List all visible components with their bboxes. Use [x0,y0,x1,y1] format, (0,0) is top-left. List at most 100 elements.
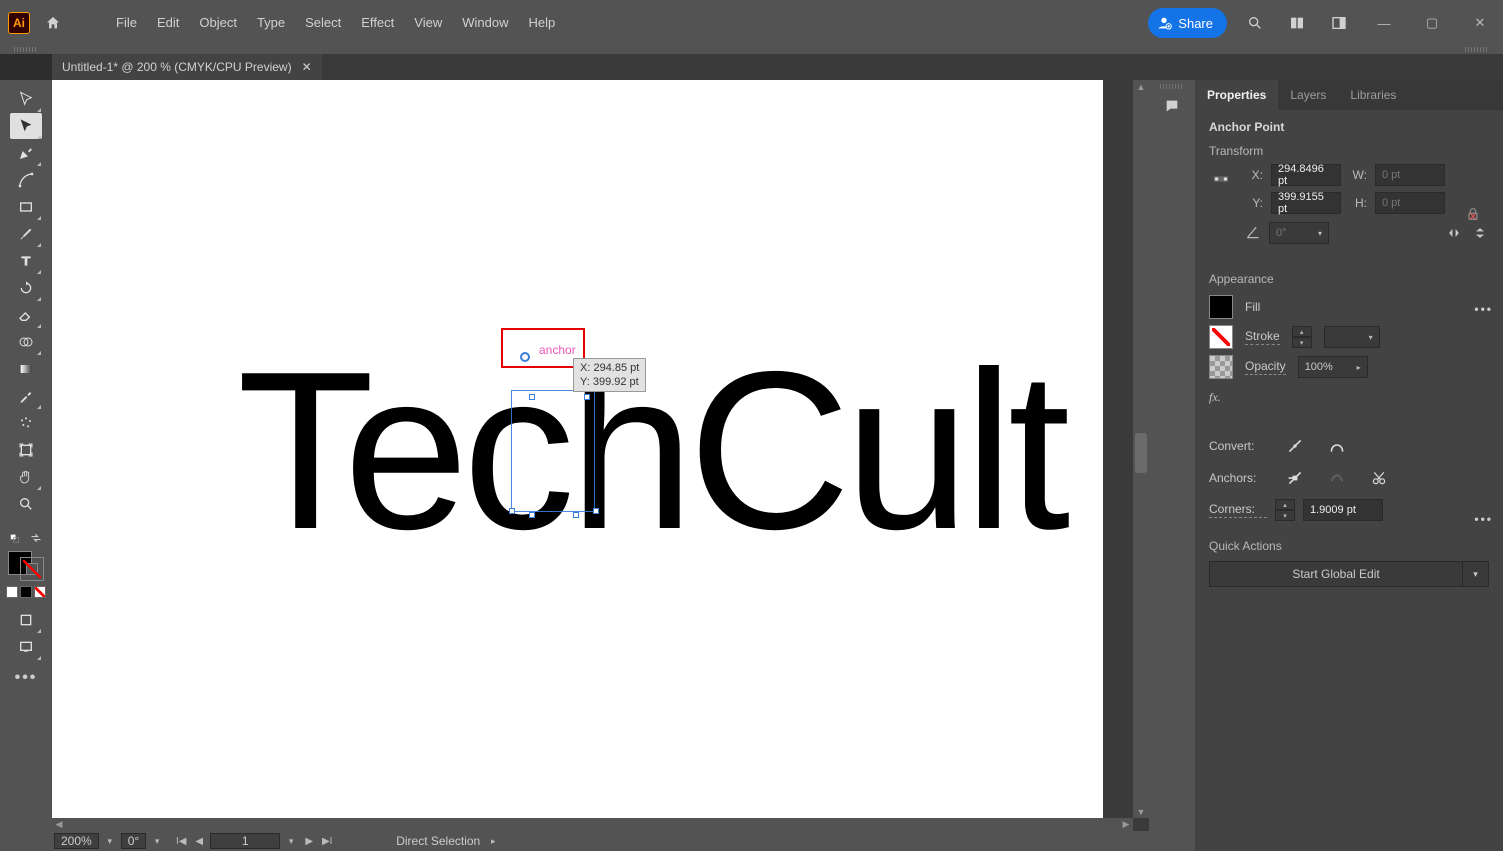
corner-radius-input[interactable]: 1.9009 pt [1303,499,1383,521]
fill-stroke-swatches[interactable] [6,551,46,581]
tab-properties[interactable]: Properties [1195,80,1278,110]
symbol-sprayer-tool[interactable] [10,410,42,436]
corner-radius-stepper[interactable]: ▴▾ [1275,499,1295,521]
zoom-chevron-icon[interactable]: ▾ [101,836,119,847]
opacity-label[interactable]: Opacity [1245,359,1286,375]
tab-layers[interactable]: Layers [1278,80,1338,110]
menu-help[interactable]: Help [518,0,565,46]
status-menu-icon[interactable]: ▸ [484,836,502,847]
flip-vertical-icon[interactable] [1471,224,1489,242]
stroke-swatch[interactable] [20,557,44,581]
direct-selection-tool[interactable] [10,113,42,139]
selection-tool[interactable] [10,86,42,112]
artboard[interactable]: TechCult anchor X: 294.85 pt Y: 399.92 p… [52,80,1103,818]
window-minimize-button[interactable]: — [1367,12,1401,34]
zoom-combo[interactable]: 200% [54,833,99,849]
artboard-prev-icon[interactable]: ◀ [190,833,208,849]
selected-anchor-point[interactable] [520,352,530,362]
flip-horizontal-icon[interactable] [1445,224,1463,242]
rectangle-tool[interactable] [10,194,42,220]
scroll-down-icon[interactable]: ▼ [1133,805,1149,818]
menu-view[interactable]: View [404,0,452,46]
stroke-weight-input[interactable]: ▾ [1324,326,1380,348]
eyedropper-tool[interactable] [10,383,42,409]
artboard-tool[interactable] [10,437,42,463]
scroll-up-icon[interactable]: ▲ [1133,80,1149,93]
comments-panel-icon[interactable] [1157,93,1187,119]
y-input[interactable]: 399.9155 pt [1271,192,1341,214]
vertical-scrollbar[interactable]: ▲ ▼ [1133,80,1149,818]
anchor-handle[interactable] [509,508,515,514]
opacity-input[interactable]: 100%▸ [1298,356,1368,378]
stroke-color-swatch[interactable] [1209,325,1233,349]
opacity-swatch-icon [1209,355,1233,379]
tab-libraries[interactable]: Libraries [1338,80,1408,110]
rotation-chevron-icon[interactable]: ▾ [148,836,166,847]
edit-toolbar-button[interactable]: ••• [15,669,38,687]
gradient-tool[interactable] [10,356,42,382]
window-close-button[interactable]: ✕ [1463,12,1497,34]
scroll-left-icon[interactable]: ◀ [52,818,66,831]
menu-select[interactable]: Select [295,0,351,46]
corners-label[interactable]: Corners: [1209,502,1267,518]
home-icon[interactable] [40,12,66,34]
menu-edit[interactable]: Edit [147,0,189,46]
menu-window[interactable]: Window [452,0,518,46]
constrain-proportions-icon[interactable] [1465,206,1481,225]
rotate-angle-input[interactable]: 0°▾ [1269,222,1329,244]
close-tab-icon[interactable]: ✕ [302,60,312,74]
anchor-handle[interactable] [529,394,535,400]
rotate-tool[interactable] [10,275,42,301]
x-input[interactable]: 294.8496 pt [1271,164,1341,186]
document-tab[interactable]: Untitled-1* @ 200 % (CMYK/CPU Preview) ✕ [52,54,322,80]
stroke-label[interactable]: Stroke [1245,329,1280,345]
screen-mode[interactable] [10,634,42,660]
artboard-number[interactable]: 1 [210,833,280,849]
pen-tool[interactable] [10,140,42,166]
curvature-tool[interactable] [10,167,42,193]
menu-effect[interactable]: Effect [351,0,404,46]
transform-more-icon[interactable]: ••• [1474,302,1493,316]
window-maximize-button[interactable]: ▢ [1415,12,1449,34]
scroll-right-icon[interactable]: ▶ [1119,818,1133,831]
anchor-handle[interactable] [584,394,590,400]
eraser-tool[interactable] [10,302,42,328]
reference-point-icon[interactable] [1209,170,1233,188]
shape-builder-tool[interactable] [10,329,42,355]
convert-corner-icon[interactable] [1281,435,1309,457]
cut-path-icon[interactable] [1365,467,1393,489]
artboard-next-icon[interactable]: ▶ [300,833,318,849]
fx-button[interactable]: fx. [1209,390,1489,405]
default-swap-icons[interactable] [3,528,49,548]
share-button[interactable]: Share [1148,8,1227,38]
hand-tool[interactable] [10,464,42,490]
anchor-handle[interactable] [529,512,535,518]
scroll-thumb[interactable] [1135,433,1147,473]
menu-object[interactable]: Object [189,0,247,46]
fill-color-swatch[interactable] [1209,295,1233,319]
horizontal-scrollbar[interactable]: ◀ ▶ [52,818,1133,831]
artboard-first-icon[interactable]: I◀ [172,833,190,849]
appearance-more-icon[interactable]: ••• [1474,512,1493,526]
artboard-last-icon[interactable]: ▶I [318,833,336,849]
remove-anchor-icon[interactable] [1281,467,1309,489]
anchor-handle[interactable] [573,512,579,518]
paintbrush-tool[interactable] [10,221,42,247]
workspace-switcher-icon[interactable] [1325,9,1353,37]
search-icon[interactable] [1241,9,1269,37]
artboard-chevron-icon[interactable]: ▾ [282,836,300,847]
anchor-handle[interactable] [593,508,599,514]
rotation-combo[interactable]: 0° [121,833,146,849]
menu-file[interactable]: File [106,0,147,46]
stroke-weight-stepper[interactable]: ▴▾ [1292,326,1312,348]
global-edit-more-icon[interactable]: ▾ [1463,561,1489,587]
properties-panel: Properties Layers Libraries Anchor Point… [1195,80,1503,851]
convert-smooth-icon[interactable] [1323,435,1351,457]
draw-mode-normal[interactable] [10,607,42,633]
menu-type[interactable]: Type [247,0,295,46]
start-global-edit-button[interactable]: Start Global Edit [1209,561,1463,587]
color-mode-triplet[interactable] [6,586,46,598]
type-tool[interactable] [10,248,42,274]
arrange-documents-icon[interactable] [1283,9,1311,37]
zoom-tool[interactable] [10,491,42,517]
